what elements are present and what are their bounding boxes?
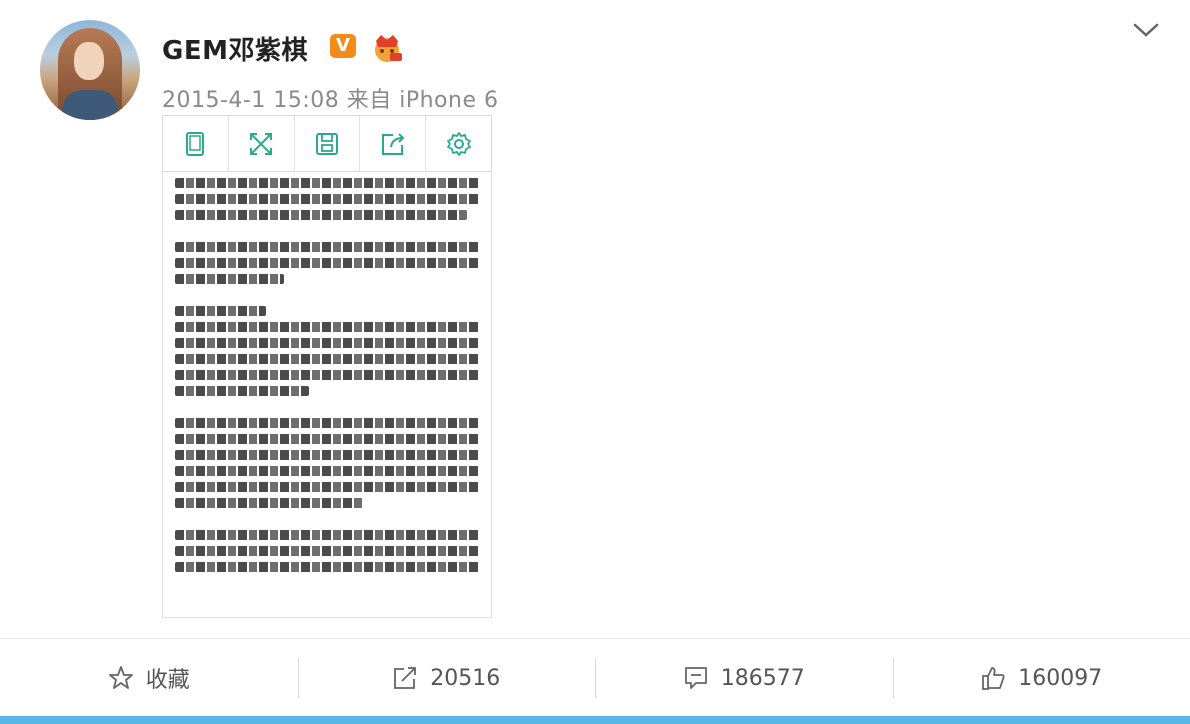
doc-paragraph — [175, 242, 479, 284]
doc-paragraph — [175, 306, 479, 396]
share-icon — [381, 132, 405, 155]
share-button[interactable] — [360, 116, 427, 171]
image-toolbar — [162, 115, 492, 172]
fullscreen-button[interactable] — [229, 116, 295, 171]
save-icon — [315, 132, 338, 155]
star-icon — [108, 666, 133, 689]
settings-button[interactable] — [426, 116, 491, 171]
like-button[interactable]: 160097 — [892, 640, 1190, 716]
doc-paragraph — [175, 530, 479, 572]
repost-count: 20516 — [430, 665, 501, 691]
repost-button[interactable]: 20516 — [297, 640, 596, 716]
tablet-view-button[interactable] — [163, 116, 229, 171]
favorite-label: 收藏 — [145, 668, 190, 693]
avatar-shirt — [62, 90, 118, 120]
avatar[interactable] — [40, 20, 140, 120]
doc-paragraph — [175, 418, 479, 508]
tablet-icon — [186, 131, 205, 156]
fullscreen-icon — [250, 132, 273, 155]
action-bar: 收藏 20516 186577 160097 — [0, 640, 1190, 716]
repost-icon — [394, 667, 417, 689]
like-count: 160097 — [1018, 665, 1103, 691]
avatar-face — [74, 42, 104, 80]
post-meta: 2015-4-1 15:08 来自 iPhone 6 — [162, 88, 499, 113]
weibo-post-card: GEM邓紫棋 V 2015-4-1 15:08 来自 iPhone 6 收藏 2… — [0, 0, 1190, 724]
bottom-accent-bar — [0, 716, 1190, 724]
doc-paragraph — [175, 178, 479, 220]
settings-icon — [446, 131, 471, 156]
verified-badge-icon: V — [330, 34, 356, 58]
save-button[interactable] — [295, 116, 361, 171]
chevron-down-icon[interactable] — [1132, 20, 1160, 40]
action-divider — [0, 638, 1190, 639]
crown-icon — [375, 35, 402, 62]
thumbs-up-icon — [982, 667, 1005, 690]
comment-icon — [684, 667, 707, 689]
long-image-document[interactable] — [162, 172, 492, 618]
author-name[interactable]: GEM邓紫棋 — [162, 30, 308, 67]
comment-button[interactable]: 186577 — [595, 640, 893, 716]
favorite-button[interactable]: 收藏 — [0, 640, 298, 716]
comment-count: 186577 — [720, 665, 805, 691]
